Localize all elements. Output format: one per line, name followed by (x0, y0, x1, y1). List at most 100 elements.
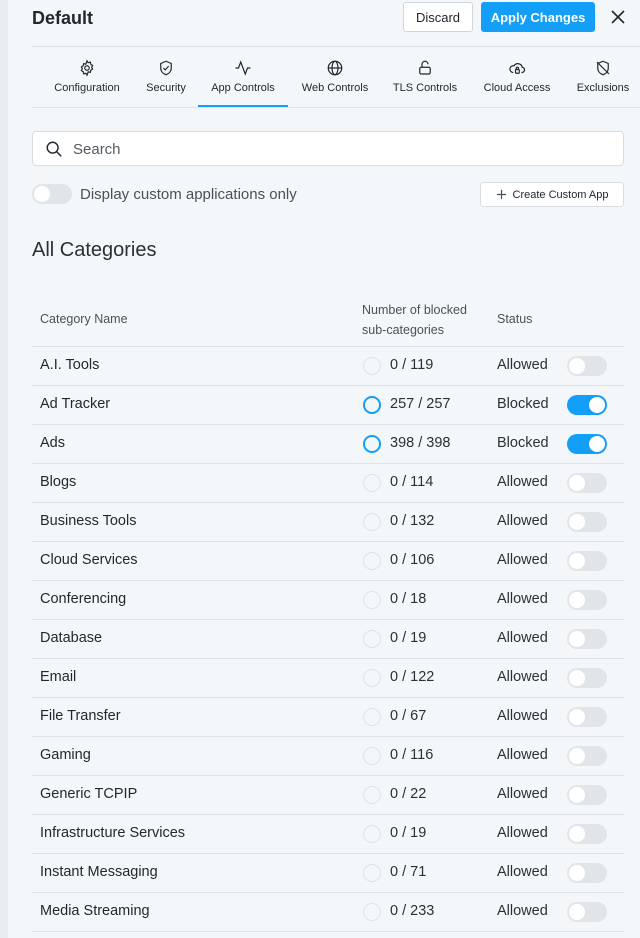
toggle-knob (569, 904, 585, 920)
toggle-knob (569, 748, 585, 764)
close-button[interactable] (608, 6, 628, 28)
blocked-count: 0 / 71 (390, 864, 427, 880)
blocked-count: 0 / 106 (390, 552, 435, 568)
table-row[interactable]: Blogs 0 / 114 Allowed (32, 464, 624, 503)
toggle-knob (569, 514, 585, 530)
category-name: Ad Tracker (40, 396, 111, 412)
category-name: Generic TCPIP (40, 786, 138, 802)
category-name: Infrastructure Services (40, 825, 186, 841)
category-name: Instant Messaging (40, 864, 158, 880)
toggle-knob (569, 787, 585, 803)
progress-ring-icon (363, 903, 381, 921)
tab-security-label: Security (146, 82, 186, 94)
block-toggle[interactable] (567, 902, 607, 922)
tab-web-controls-label: Web Controls (301, 82, 369, 94)
category-name: Media Streaming (40, 903, 150, 919)
category-name: Conferencing (40, 591, 127, 607)
header-divider (32, 46, 640, 47)
blocked-count: 0 / 18 (390, 591, 427, 607)
table-row[interactable]: Business Tools 0 / 132 Allowed (32, 503, 624, 542)
block-toggle[interactable] (567, 434, 607, 454)
tab-bar: Configuration Security App Controls Web … (32, 50, 640, 108)
cloud-lock-icon (507, 58, 527, 78)
block-toggle[interactable] (567, 668, 607, 688)
block-toggle[interactable] (567, 356, 607, 376)
create-custom-app-button[interactable]: Create Custom App (480, 182, 624, 207)
block-toggle[interactable] (567, 629, 607, 649)
apply-changes-button[interactable]: Apply Changes (481, 2, 595, 32)
discard-button[interactable]: Discard (403, 2, 473, 32)
panel-header: Default Discard Apply Changes (8, 0, 640, 40)
table-row[interactable]: File Transfer 0 / 67 Allowed (32, 698, 624, 737)
table-row[interactable]: Instant Messaging 0 / 71 Allowed (32, 854, 624, 893)
category-name: Ads (40, 435, 65, 451)
blocked-count: 257 / 257 (390, 396, 451, 412)
lock-icon (415, 58, 435, 78)
status-text: Allowed (497, 513, 548, 529)
status-text: Allowed (497, 747, 548, 763)
tab-tls-controls-label: TLS Controls (392, 82, 458, 94)
block-toggle[interactable] (567, 746, 607, 766)
status-text: Allowed (497, 552, 548, 568)
page-title: Default (32, 8, 94, 28)
tab-configuration[interactable]: Configuration (40, 50, 134, 107)
progress-ring-icon (363, 591, 381, 609)
table-row[interactable]: Generic TCPIP 0 / 22 Allowed (32, 776, 624, 815)
blocked-count: 0 / 132 (390, 513, 435, 529)
status-text: Allowed (497, 903, 548, 919)
table-row[interactable]: A.I. Tools 0 / 119 Allowed (32, 347, 624, 386)
status-text: Blocked (497, 396, 549, 412)
tab-cloud-access[interactable]: Cloud Access (474, 50, 560, 107)
blocked-count: 398 / 398 (390, 435, 451, 451)
table-row[interactable]: Email 0 / 122 Allowed (32, 659, 624, 698)
tab-app-controls[interactable]: App Controls (198, 50, 288, 107)
block-toggle[interactable] (567, 863, 607, 883)
tab-tls-controls[interactable]: TLS Controls (384, 50, 466, 107)
tab-security[interactable]: Security (138, 50, 194, 107)
tab-exclusions[interactable]: Exclusions (568, 50, 638, 107)
table-row[interactable]: Conferencing 0 / 18 Allowed (32, 581, 624, 620)
toggle-knob (589, 397, 605, 413)
toggle-knob (569, 631, 585, 647)
table-row[interactable]: Cloud Services 0 / 106 Allowed (32, 542, 624, 581)
blocked-count: 0 / 116 (390, 747, 434, 763)
block-toggle[interactable] (567, 395, 607, 415)
table-row[interactable]: Ads 398 / 398 Blocked (32, 425, 624, 464)
progress-ring-icon (363, 357, 381, 375)
table-row[interactable]: Infrastructure Services 0 / 19 Allowed (32, 815, 624, 854)
block-toggle[interactable] (567, 707, 607, 727)
toggle-knob (569, 475, 585, 491)
custom-apps-toggle[interactable] (32, 184, 72, 204)
progress-ring-icon (363, 513, 381, 531)
table-row[interactable]: Database 0 / 19 Allowed (32, 620, 624, 659)
tab-exclusions-label: Exclusions (576, 82, 630, 94)
gear-icon (77, 58, 97, 78)
globe-icon (325, 58, 345, 78)
table-row[interactable]: Gaming 0 / 116 Allowed (32, 737, 624, 776)
blocked-count: 0 / 19 (390, 825, 427, 841)
category-name: File Transfer (40, 708, 121, 724)
blocked-count: 0 / 19 (390, 630, 427, 646)
block-toggle[interactable] (567, 551, 607, 571)
block-toggle[interactable] (567, 785, 607, 805)
block-toggle[interactable] (567, 473, 607, 493)
close-icon (611, 10, 625, 24)
table-row[interactable]: Ad Tracker 257 / 257 Blocked (32, 386, 624, 425)
blocked-count: 0 / 119 (390, 357, 434, 373)
block-toggle[interactable] (567, 590, 607, 610)
progress-ring-icon (363, 396, 381, 414)
progress-ring-icon (363, 552, 381, 570)
progress-ring-icon (363, 747, 381, 765)
category-name: Business Tools (40, 513, 137, 529)
block-toggle[interactable] (567, 824, 607, 844)
shield-check-icon (156, 58, 176, 78)
tab-web-controls[interactable]: Web Controls (294, 50, 376, 107)
table-row[interactable]: Media Streaming 0 / 233 Allowed (32, 893, 624, 932)
search-input[interactable] (73, 138, 613, 160)
create-custom-app-label: Create Custom App (512, 188, 609, 201)
custom-apps-toggle-label: Display custom applications only (80, 186, 297, 203)
category-name: Email (40, 669, 77, 685)
block-toggle[interactable] (567, 512, 607, 532)
toggle-knob (569, 553, 585, 569)
toggle-knob (569, 592, 585, 608)
